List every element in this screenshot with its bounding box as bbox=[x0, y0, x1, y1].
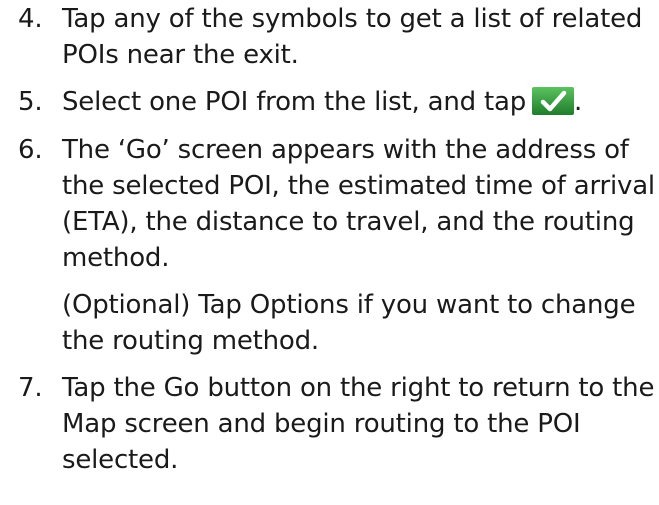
step-4-text: Tap any of the symbols to get a list of … bbox=[62, 4, 643, 70]
step-5-text-before-icon: Select one POI from the list, and tap bbox=[62, 87, 527, 117]
step-7: 7. Tap the Go button on the right to ret… bbox=[18, 370, 658, 478]
step-7-text: Tap the Go button on the right to return… bbox=[62, 373, 655, 475]
step-7-number: 7. bbox=[18, 373, 43, 403]
checkmark-ok-icon bbox=[532, 87, 575, 115]
step-6-optional-note: (Optional) Tap Options if you want to ch… bbox=[62, 290, 636, 356]
step-5-number: 5. bbox=[18, 87, 43, 117]
step-6: 6. The ‘Go’ screen appears with the addr… bbox=[18, 132, 658, 359]
step-4: 4. Tap any of the symbols to get a list … bbox=[18, 1, 658, 73]
instruction-steps: 4. Tap any of the symbols to get a list … bbox=[18, 0, 658, 478]
step-4-number: 4. bbox=[18, 4, 43, 34]
step-5: 5. Select one POI from the list, and tap… bbox=[18, 84, 658, 120]
step-6-number: 6. bbox=[18, 135, 43, 165]
step-5-text-after-icon: . bbox=[574, 87, 583, 117]
step-5-text: Select one POI from the list, and tap . bbox=[62, 84, 658, 120]
step-6-text: The ‘Go’ screen appears with the address… bbox=[62, 135, 655, 273]
